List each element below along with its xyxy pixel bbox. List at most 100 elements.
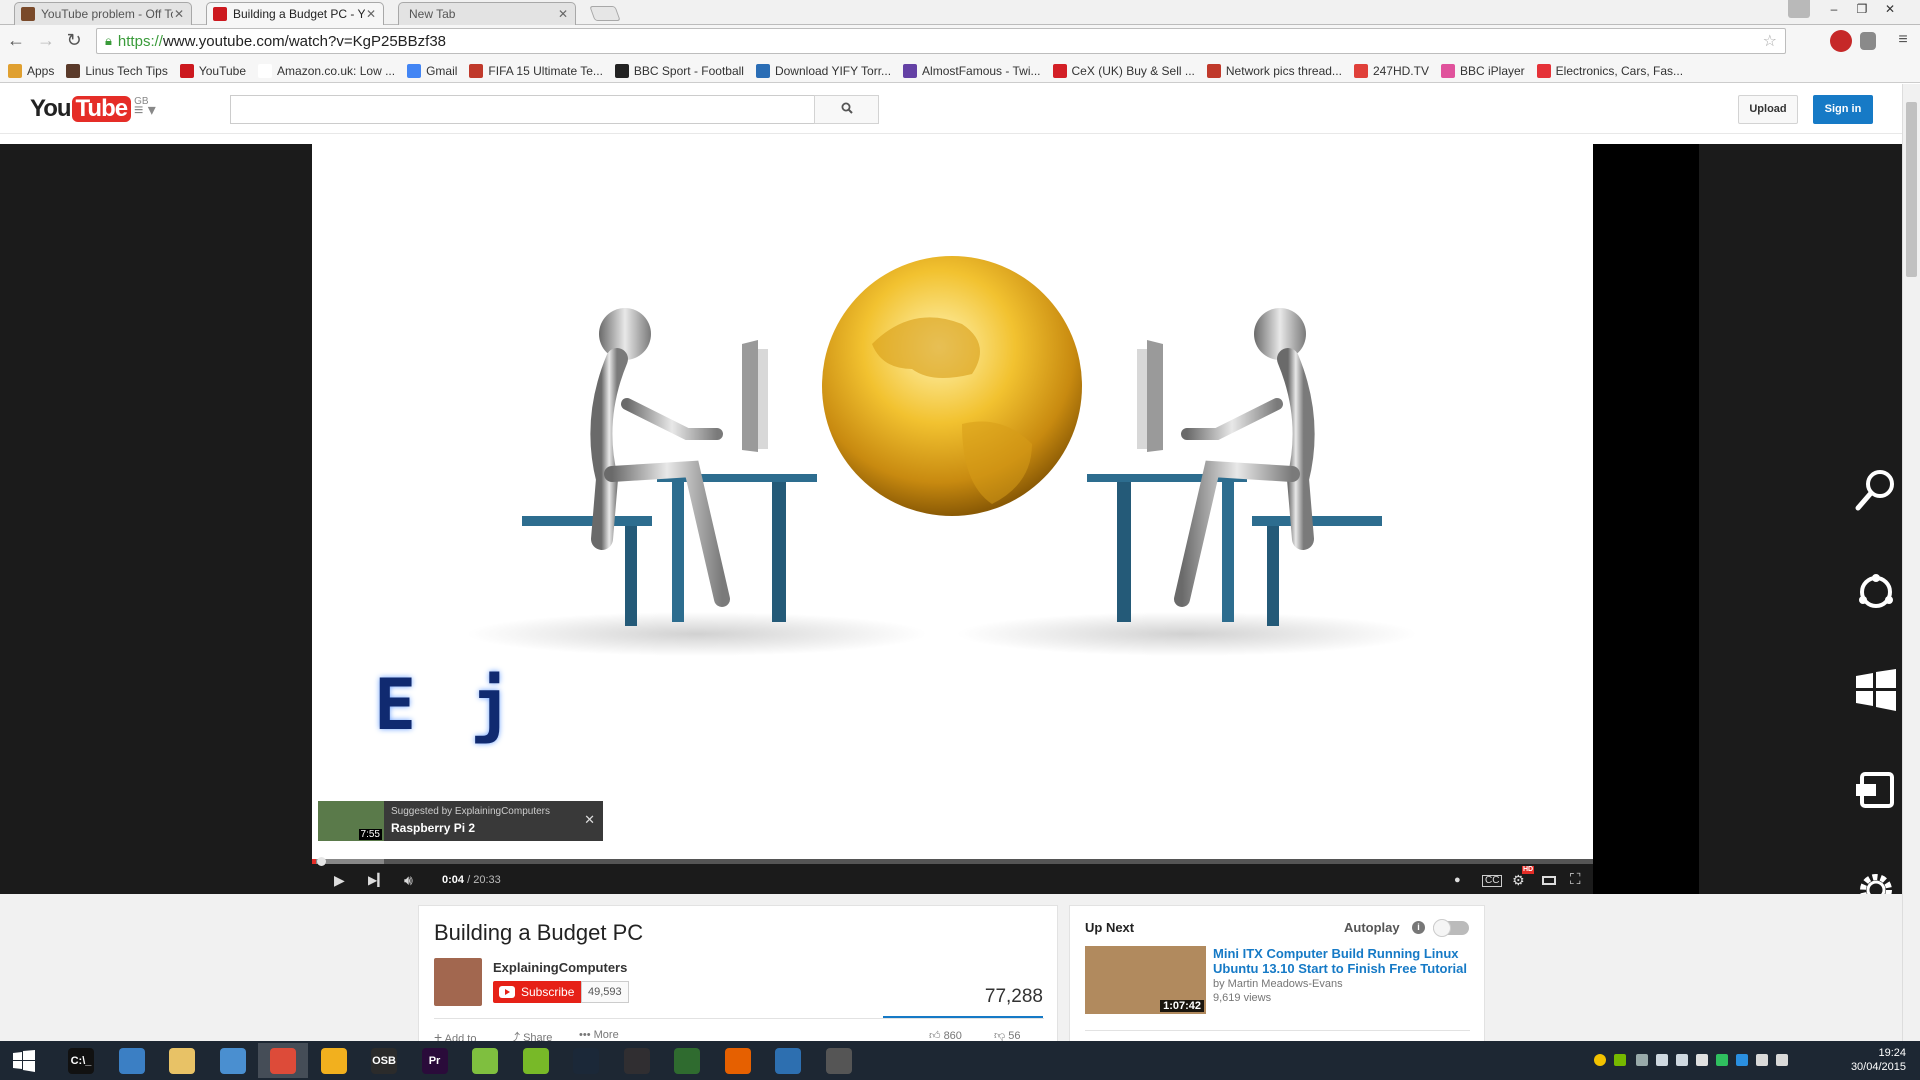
search-input[interactable]	[230, 95, 815, 124]
restore-icon[interactable]: ❐	[1848, 0, 1876, 20]
charm-share-icon[interactable]	[1852, 568, 1900, 616]
tray-sync-icon[interactable]	[1736, 1054, 1748, 1066]
profile-icon[interactable]	[1788, 0, 1810, 18]
bookmark-12[interactable]: BBC iPlayer	[1440, 63, 1525, 78]
bookmark-3[interactable]: Amazon.co.uk: Low ...	[258, 63, 395, 78]
taskbar-app-notepad[interactable]	[460, 1043, 510, 1078]
youtube-logo[interactable]: You Tube GB	[30, 96, 149, 122]
channel-avatar[interactable]	[434, 958, 482, 1006]
next-icon[interactable]: ▶▎	[368, 873, 386, 887]
taskbar-app-utorrent[interactable]	[511, 1043, 561, 1078]
close-tab-icon[interactable]: ✕	[557, 7, 569, 21]
sign-in-button[interactable]: Sign in	[1813, 95, 1873, 124]
bookmark-label: Download YIFY Torr...	[774, 63, 892, 78]
bookmark-0[interactable]: Apps	[8, 63, 54, 78]
bookmark-10[interactable]: Network pics thread...	[1206, 63, 1342, 78]
reload-icon[interactable]: ↻	[62, 29, 86, 53]
taskbar-app-computer[interactable]	[107, 1043, 157, 1078]
search-button[interactable]	[814, 95, 879, 124]
system-clock[interactable]: 19:24 30/04/2015	[1836, 1046, 1906, 1074]
bookmark-5[interactable]: FIFA 15 Ultimate Te...	[469, 63, 603, 78]
close-suggestion-icon[interactable]: ✕	[584, 812, 595, 828]
suggested-video-card[interactable]: 7:55 Suggested by ExplainingComputers Ra…	[318, 801, 603, 841]
bookmark-7[interactable]: Download YIFY Torr...	[755, 63, 892, 78]
close-window-icon[interactable]: ✕	[1876, 0, 1904, 20]
new-tab-button[interactable]	[589, 6, 621, 21]
forward-icon[interactable]: →	[34, 29, 58, 53]
action-center-icon[interactable]	[1696, 1054, 1708, 1066]
guide-menu-icon[interactable]: ≡ ▾	[134, 100, 156, 120]
bookmark-9[interactable]: CeX (UK) Buy & Sell ...	[1052, 63, 1195, 78]
nvidia-tray-icon[interactable]	[1614, 1054, 1626, 1066]
close-tab-icon[interactable]: ✕	[365, 7, 377, 21]
bookmark-8[interactable]: AlmostFamous - Twi...	[903, 63, 1041, 78]
taskbar-app-audio[interactable]	[309, 1043, 359, 1078]
taskbar-app-game[interactable]	[662, 1043, 712, 1078]
bookmark-2[interactable]: YouTube	[179, 63, 246, 78]
explorer-icon	[169, 1047, 195, 1074]
theater-mode-icon[interactable]	[1542, 876, 1556, 885]
page-scrollbar[interactable]	[1902, 84, 1920, 1041]
taskbar-app-steam[interactable]	[561, 1043, 611, 1078]
video-frame[interactable]: E j	[312, 144, 1593, 859]
close-tab-icon[interactable]: ✕	[173, 7, 185, 21]
taskbar-app-chrome[interactable]	[258, 1043, 308, 1078]
address-bar[interactable]: 🔒︎ https:// www.youtube.com/watch?v=KgP2…	[96, 28, 1786, 54]
taskbar-app-obs-studio[interactable]	[612, 1043, 662, 1078]
taskbar-app-explorer[interactable]	[157, 1043, 207, 1078]
progress-bar[interactable]	[312, 857, 1593, 866]
steam-tray-icon[interactable]	[1656, 1054, 1668, 1066]
more-button[interactable]: ••• More	[579, 1029, 619, 1041]
taskbar-app-obs[interactable]: OSB	[359, 1043, 409, 1078]
paint-icon	[775, 1047, 801, 1074]
taskbar-app-paint[interactable]	[763, 1043, 813, 1078]
fullscreen-icon[interactable]: ⛶	[1570, 872, 1581, 887]
bookmark-11[interactable]: 247HD.TV	[1353, 63, 1429, 78]
up-next-title[interactable]: Mini ITX Computer Build Running Linux Ub…	[1213, 946, 1473, 976]
charm-search-icon[interactable]	[1852, 466, 1900, 514]
bookmark-1[interactable]: Linus Tech Tips	[66, 63, 168, 78]
up-next-thumbnail[interactable]: 1:07:42	[1085, 946, 1206, 1014]
taskbar-app-cmd[interactable]: C:\_	[56, 1043, 106, 1078]
taskbar-app-video[interactable]	[814, 1043, 864, 1078]
start-button[interactable]	[0, 1043, 48, 1078]
captions-icon[interactable]: CC	[1482, 875, 1503, 887]
tray-app-icon[interactable]	[1594, 1054, 1606, 1066]
minimize-icon[interactable]: –	[1820, 0, 1848, 20]
tab-youtube-problem[interactable]: YouTube problem - Off To ✕	[14, 2, 192, 25]
bookmark-6[interactable]: BBC Sport - Football	[614, 63, 744, 78]
utorrent-icon	[522, 1047, 549, 1074]
upload-button[interactable]: Upload	[1738, 95, 1798, 124]
bookmark-13[interactable]: Electronics, Cars, Fas...	[1536, 63, 1683, 78]
current-time: 0:04	[442, 874, 465, 886]
extension-icon[interactable]	[1860, 32, 1876, 50]
chrome-menu-icon[interactable]: ≡	[1891, 29, 1915, 53]
bookmark-star-icon[interactable]: ☆	[1763, 31, 1777, 51]
info-icon[interactable]: i	[1412, 921, 1425, 934]
tray-security-icon[interactable]	[1716, 1054, 1728, 1066]
settings-icon[interactable]: ⚙	[1512, 873, 1525, 887]
subscribe-button[interactable]: Subscribe	[493, 981, 583, 1003]
annotations-icon[interactable]: ●	[1454, 873, 1461, 887]
tray-device-icon[interactable]	[1676, 1054, 1688, 1066]
taskbar-app-firefox[interactable]	[713, 1043, 763, 1078]
scrubber-handle[interactable]	[317, 857, 326, 866]
player-controls: ▶ ▶▎ 🔊︎ 0:04 / 20:33 ● CC ⚙ HD ⛶	[312, 857, 1593, 894]
autoplay-toggle[interactable]	[1433, 919, 1469, 937]
bookmark-4[interactable]: Gmail	[407, 63, 457, 78]
adblock-icon[interactable]	[1830, 30, 1852, 52]
taskbar-app-premiere[interactable]: Pr	[410, 1043, 460, 1078]
back-icon[interactable]: ←	[4, 29, 28, 53]
tab-new-tab[interactable]: New Tab ✕	[398, 2, 576, 25]
taskbar-app-network[interactable]	[208, 1043, 258, 1078]
charm-start-icon[interactable]	[1852, 666, 1900, 714]
charm-devices-icon[interactable]	[1852, 766, 1900, 814]
scrollbar-thumb[interactable]	[1906, 102, 1917, 277]
play-icon[interactable]: ▶	[334, 873, 345, 887]
tray-tool-icon[interactable]	[1636, 1054, 1648, 1066]
network-icon[interactable]	[1756, 1054, 1768, 1066]
volume-icon[interactable]: 🔊︎	[404, 873, 413, 887]
channel-name[interactable]: ExplainingComputers	[493, 960, 627, 975]
tab-building-budget-pc[interactable]: Building a Budget PC - Yo ✕	[206, 2, 384, 25]
volume-tray-icon[interactable]	[1776, 1054, 1788, 1066]
